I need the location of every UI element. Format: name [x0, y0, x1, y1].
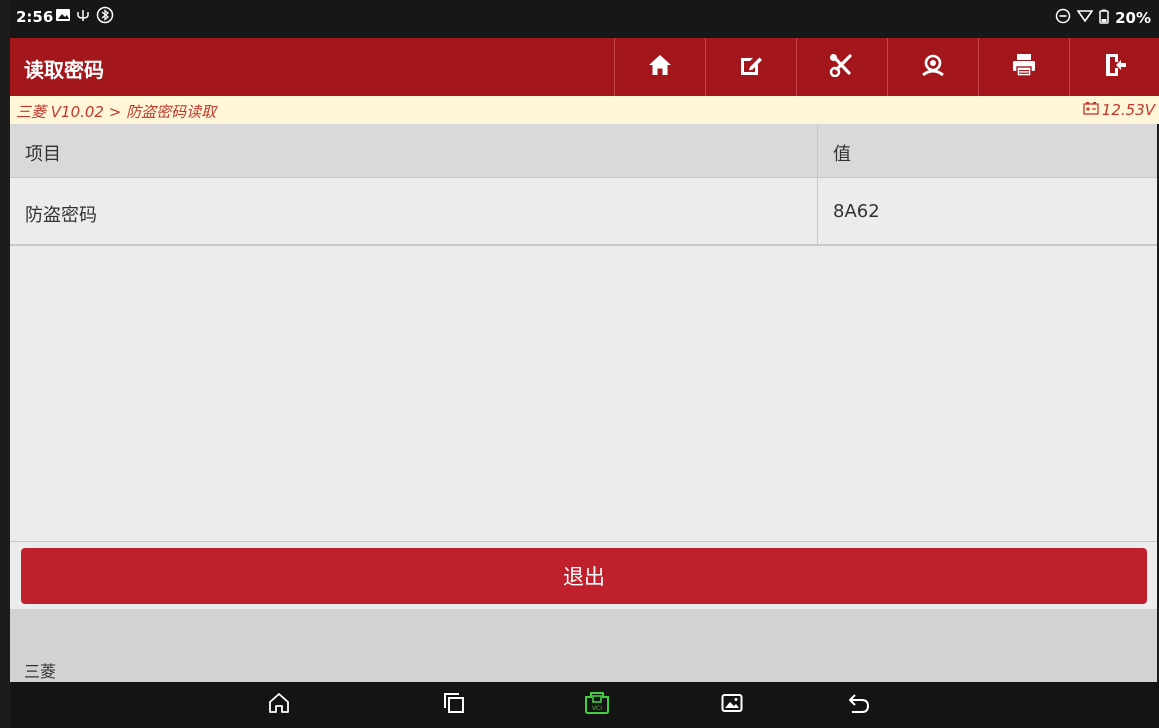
voltage-indicator: 12.53V	[1083, 101, 1155, 119]
exit-app-button[interactable]	[1069, 38, 1159, 96]
row-item-label: 防盗密码	[25, 205, 97, 226]
row-value: 8A62	[833, 201, 880, 222]
home-button[interactable]	[614, 38, 705, 96]
edit-icon	[739, 53, 763, 81]
exit-icon	[1103, 53, 1127, 81]
nav-back-button[interactable]	[845, 691, 873, 719]
screenshot-icon	[721, 693, 743, 717]
support-icon	[920, 53, 946, 81]
battery-percent: 20%	[1115, 9, 1151, 27]
battery-voltage-icon	[1083, 101, 1099, 119]
toolbar	[614, 38, 1159, 96]
nav-home-button[interactable]	[265, 691, 293, 719]
device-frame-left	[0, 0, 10, 728]
print-icon	[1012, 53, 1036, 81]
exit-button[interactable]: 退出	[21, 548, 1147, 604]
column-header-value: 值	[818, 124, 1157, 177]
column-header-item: 项目	[10, 124, 818, 177]
column-header-item-label: 项目	[25, 144, 61, 165]
gallery-icon	[56, 9, 70, 21]
nav-screenshot-button[interactable]	[718, 691, 746, 719]
edit-button[interactable]	[705, 38, 796, 96]
footer-info: 三菱	[10, 609, 1157, 682]
support-button[interactable]	[887, 38, 978, 96]
app-header: 读取密码	[10, 38, 1159, 96]
status-bar: 2:56 20%	[10, 0, 1159, 38]
battery-icon	[1099, 9, 1109, 28]
column-header-value-label: 值	[833, 144, 851, 165]
page-title: 读取密码	[24, 58, 104, 82]
back-icon	[847, 692, 871, 718]
action-bar: 退出	[10, 542, 1157, 609]
nav-vci-button[interactable]: VCI	[583, 691, 611, 719]
wifi-icon	[1076, 9, 1094, 27]
row-value-cell: 8A62	[818, 178, 1157, 244]
home-icon	[267, 691, 291, 719]
table-row[interactable]: 防盗密码 8A62	[10, 178, 1157, 246]
nav-recent-button[interactable]	[440, 691, 468, 719]
breadcrumb-bar: 三菱 V10.02 > 防盗密码读取 12.53V	[10, 96, 1159, 124]
table-header: 项目 值	[10, 124, 1157, 178]
tools-button[interactable]	[796, 38, 887, 96]
clock: 2:56	[16, 8, 54, 26]
vehicle-brand: 三菱	[24, 662, 57, 681]
tools-icon	[829, 53, 855, 81]
usb-icon	[76, 8, 90, 22]
vci-icon: VCI	[583, 691, 611, 719]
voltage-value: 12.53V	[1101, 101, 1155, 119]
print-button[interactable]	[978, 38, 1069, 96]
content-area	[10, 246, 1157, 541]
dnd-icon	[1055, 8, 1071, 28]
home-icon	[648, 54, 672, 80]
svg-text:VCI: VCI	[592, 705, 602, 712]
recent-apps-icon	[443, 692, 465, 718]
breadcrumb: 三菱 V10.02 > 防盗密码读取	[16, 103, 217, 121]
bluetooth-icon	[96, 6, 114, 24]
navigation-bar: VCI	[10, 682, 1159, 728]
row-item-cell: 防盗密码	[10, 178, 818, 244]
